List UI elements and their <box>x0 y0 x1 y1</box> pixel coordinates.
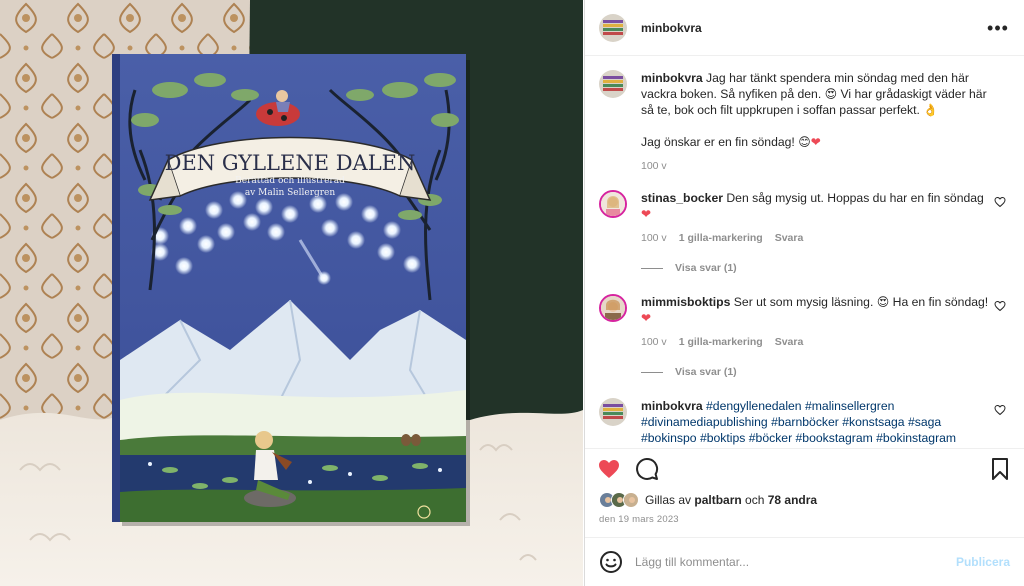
add-comment-bar: Publicera <box>585 537 1024 586</box>
author-avatar[interactable] <box>599 13 627 42</box>
comments-list[interactable]: minbokvra Jag har tänkt spendera min sön… <box>585 56 1024 448</box>
liker-avatars <box>599 492 639 508</box>
commenter-avatar[interactable] <box>599 294 627 322</box>
view-replies-button[interactable]: Visa svar (1) <box>641 262 1010 274</box>
comment-input[interactable] <box>635 555 956 569</box>
hashtag-link[interactable]: #dengyllenedalen <box>706 399 802 413</box>
more-options-icon[interactable]: ••• <box>986 16 1010 40</box>
view-replies-label: Visa svar (1) <box>675 262 737 274</box>
comment-age: 100 v <box>641 232 667 244</box>
likes-and: och <box>745 493 765 507</box>
caption-username[interactable]: minbokvra <box>641 71 703 85</box>
smile-emoji: 😊 <box>798 135 811 149</box>
emoji-picker-icon[interactable] <box>599 550 623 574</box>
reply-button[interactable]: Svara <box>775 334 804 350</box>
caption: minbokvra Jag har tänkt spendera min sön… <box>599 70 1010 174</box>
comment-text-a: Ser ut som mysig läsning. <box>733 295 874 309</box>
comment-item: minbokvra #dengyllenedalen #malinsellerg… <box>599 398 1010 446</box>
comment-age: 100 v <box>641 336 667 348</box>
liker-avatar <box>623 492 639 508</box>
comment-text-b: Ha en fin söndag! <box>892 295 989 309</box>
comment-text: Den såg mysig ut. Hoppas du har en fin s… <box>726 191 984 205</box>
replies-divider <box>641 267 663 269</box>
red-heart-emoji: ❤ <box>641 311 652 325</box>
publish-button[interactable]: Publicera <box>956 555 1010 569</box>
like-heart-icon[interactable] <box>597 457 621 481</box>
red-heart-emoji: ❤ <box>810 135 821 149</box>
comment-username[interactable]: mimmisboktips <box>641 295 730 309</box>
book-photo-illustration: DEN GYLLENE DALEN Berättad och illustrer… <box>0 0 583 586</box>
caption-avatar[interactable] <box>599 70 627 98</box>
hashtag-link[interactable]: #bookstagram <box>796 431 873 445</box>
replies-divider <box>641 371 663 373</box>
action-bar <box>585 448 1024 488</box>
likes-summary[interactable]: Gillas av paltbarn och 78 andra <box>599 492 1010 508</box>
caption-age: 100 v <box>641 160 667 172</box>
hashtag-link[interactable]: #malinsellergren <box>805 399 894 413</box>
bookmark-icon[interactable] <box>988 457 1012 481</box>
commenter-avatar[interactable] <box>599 190 627 218</box>
post-header: minbokvra ••• <box>585 0 1024 56</box>
like-comment-icon[interactable] <box>994 196 1006 208</box>
hashtag-link[interactable]: #barnböcker <box>771 415 839 429</box>
reply-button[interactable]: Svara <box>775 230 804 246</box>
commenter-avatar[interactable] <box>599 398 627 426</box>
comment-item: stinas_bocker Den såg mysig ut. Hoppas d… <box>599 190 1010 246</box>
post-panel: minbokvra ••• minbokvra Jag har tänkt sp… <box>584 0 1024 586</box>
hashtag-link[interactable]: #divinamediapublishing <box>641 415 768 429</box>
comment-username[interactable]: stinas_bocker <box>641 191 723 205</box>
ok-hand-emoji: 👌 <box>923 103 939 117</box>
comment-likes[interactable]: 1 gilla-markering <box>679 230 763 246</box>
post-date[interactable]: den 19 mars 2023 <box>599 514 679 525</box>
hashtag-link[interactable]: #bokinstagram <box>876 431 956 445</box>
caption-meta: 100 v <box>641 158 993 174</box>
book-subtitle-1: Berättad och illustrerad <box>235 176 345 186</box>
hashtag-link[interactable]: #boktips <box>700 431 745 445</box>
view-replies-button[interactable]: Visa svar (1) <box>641 366 1010 378</box>
view-replies-label: Visa svar (1) <box>675 366 737 378</box>
red-heart-emoji: ❤ <box>641 207 652 221</box>
heart-eyes-emoji: 😍 <box>824 87 838 101</box>
likes-prefix: Gillas av <box>645 493 692 507</box>
book-title: DEN GYLLENE DALEN <box>165 151 416 175</box>
comment-icon[interactable] <box>635 457 659 481</box>
like-comment-icon[interactable] <box>994 300 1006 312</box>
likes-user[interactable]: paltbarn <box>694 493 741 507</box>
comment-likes[interactable]: 1 gilla-markering <box>679 334 763 350</box>
comment-username[interactable]: minbokvra <box>641 399 703 413</box>
hashtag-link[interactable]: #bokinspo <box>641 431 697 445</box>
hashtag-link[interactable]: #böcker <box>749 431 792 445</box>
book-subtitle-2: av Malin Sellergren <box>245 188 336 198</box>
caption-text-3: Jag önskar er en fin söndag! <box>641 135 795 149</box>
author-username[interactable]: minbokvra <box>641 21 702 35</box>
post-photo[interactable]: DEN GYLLENE DALEN Berättad och illustrer… <box>0 0 583 586</box>
likes-others[interactable]: 78 andra <box>768 493 817 507</box>
heart-eyes-emoji: 😍 <box>876 295 890 309</box>
comment-item: mimmisboktips Ser ut som mysig läsning. … <box>599 294 1010 350</box>
hashtag-link[interactable]: #konstsaga <box>842 415 904 429</box>
hashtag-link[interactable]: #saga <box>908 415 941 429</box>
comment-meta: 100 v 1 gilla-markering Svara <box>641 230 993 246</box>
comment-meta: 100 v 1 gilla-markering Svara <box>641 334 993 350</box>
like-comment-icon[interactable] <box>994 404 1006 416</box>
